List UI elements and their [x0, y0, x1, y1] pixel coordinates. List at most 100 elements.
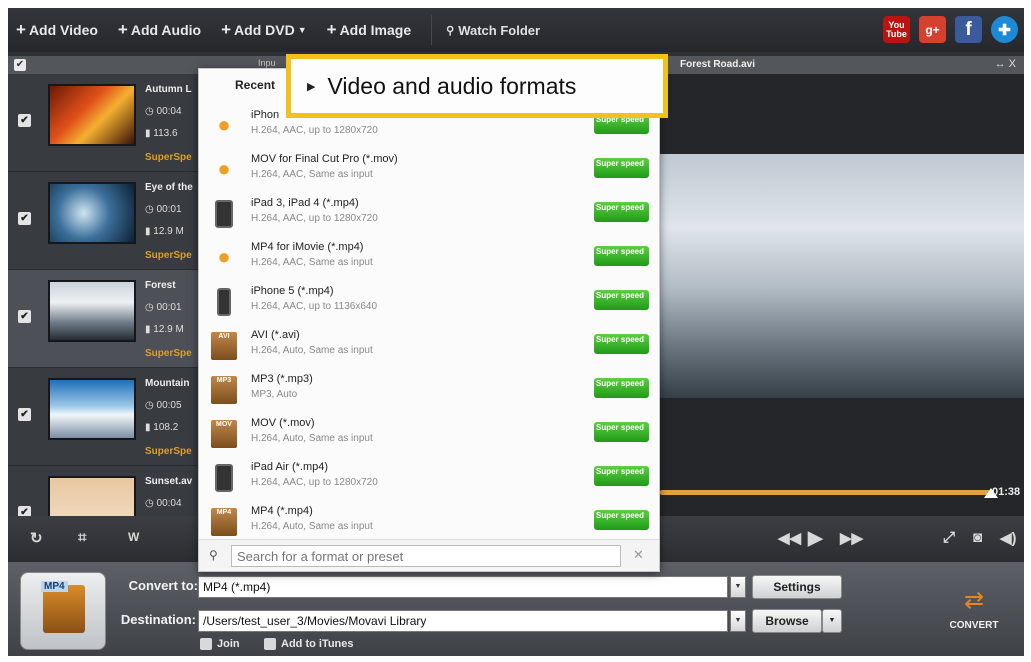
facebook-icon[interactable]: f: [955, 16, 982, 43]
preset-item[interactable]: ● MP4 for iMovie (*.mp4) H.264, AAC, Same …: [199, 235, 659, 279]
add-to-itunes-checkbox[interactable]: Add to iTunes: [264, 638, 354, 650]
fast-forward-icon[interactable]: ▶▶: [840, 529, 863, 547]
preset-subtitle: H.264, AAC, up to 1280x720: [251, 477, 378, 488]
convert-to-dropdown-icon[interactable]: ▼: [730, 576, 746, 598]
browse-button[interactable]: Browse: [752, 609, 822, 633]
preset-title: iPad Air (*.mp4): [251, 461, 329, 473]
playback-time: 01:38: [992, 486, 1021, 498]
file-name: Autumn L: [145, 84, 192, 95]
snapshot-icon[interactable]: ◙: [973, 529, 982, 546]
preset-subtitle: H.264, Auto, Same as input: [251, 433, 373, 444]
superspeed-badge: SuperSpe: [145, 446, 192, 457]
duration-value: 00:05: [156, 400, 182, 411]
select-all-checkbox[interactable]: ✔: [14, 59, 26, 71]
preset-item[interactable]: AVI AVI (*.avi) H.264, Auto, Same as input…: [199, 323, 659, 367]
file-checkbox[interactable]: ✔: [18, 212, 31, 225]
format-tag: MP4: [41, 581, 68, 592]
destination-field[interactable]: /Users/test_user_3/Movies/Movavi Library: [198, 610, 728, 632]
add-image-label: Add Image: [339, 22, 412, 38]
add-to-itunes-label: Add to iTunes: [281, 638, 354, 650]
preview-frame-image: [660, 154, 1024, 398]
output-settings-panel: MP4 Convert to: MP4 (*.mp4) ▼ Settings D…: [8, 562, 1024, 656]
preset-list: ● iPhon H.264, AAC, up to 1280x720 Super sp…: [199, 103, 659, 543]
destination-label: Destination:: [120, 612, 196, 627]
ipad-icon: [215, 200, 233, 228]
crop-icon[interactable]: ⌗: [78, 529, 86, 546]
input-column-label: Inpu: [258, 58, 276, 68]
preset-title: MP3 (*.mp3): [251, 373, 313, 385]
volume-icon[interactable]: ◀): [1000, 529, 1017, 547]
video-thumbnail: [48, 280, 136, 342]
add-dvd-button[interactable]: + Add DVD ▼: [221, 20, 307, 40]
super-speed-badge: Super speed: [594, 466, 649, 486]
preset-item[interactable]: iPad Air (*.mp4) H.264, AAC, up to 1280x7…: [199, 455, 659, 499]
browse-dropdown-icon[interactable]: ▼: [822, 609, 842, 633]
preset-search-bar: ⚲ ✕: [199, 539, 659, 571]
apple-icon: ●: [217, 244, 231, 269]
file-duration: ◷ 00:01: [145, 302, 182, 313]
super-speed-badge: Super speed: [594, 334, 649, 354]
file-duration: ◷ 00:05: [145, 400, 182, 411]
preset-subtitle: H.264, AAC, up to 1136x640: [251, 301, 378, 312]
add-audio-button[interactable]: + Add Audio: [118, 20, 201, 40]
iphone-icon: [217, 288, 231, 316]
preview-filename: Forest Road.avi: [680, 59, 756, 70]
convert-arrows-icon: ⇄: [963, 587, 985, 614]
superspeed-badge: SuperSpe: [145, 152, 192, 163]
file-duration: ◷ 00:04: [145, 106, 182, 117]
search-icon: ⚲: [209, 548, 218, 562]
preset-item[interactable]: iPhone 5 (*.mp4) H.264, AAC, up to 1136x6…: [199, 279, 659, 323]
clear-search-icon[interactable]: ✕: [633, 547, 644, 563]
preset-subtitle: H.264, AAC, up to 1280x720: [251, 213, 378, 224]
add-image-button[interactable]: + Add Image: [327, 20, 412, 40]
preset-subtitle: MP3, Auto: [251, 389, 298, 400]
apple-icon: ●: [217, 156, 231, 181]
settings-button[interactable]: Settings: [752, 575, 842, 599]
preset-item[interactable]: ● MOV for Final Cut Pro (*.mov) H.264, AAC…: [199, 147, 659, 191]
format-presets-popup: Recent ● iPhon H.264, AAC, up to 1280x720 S…: [198, 68, 660, 572]
movavi-icon[interactable]: ✚: [991, 16, 1018, 43]
tab-recent[interactable]: Recent: [235, 78, 275, 92]
preset-item[interactable]: MP3 MP3 (*.mp3) MP3, Auto Super speed: [199, 367, 659, 411]
join-checkbox[interactable]: Join: [200, 638, 240, 650]
fullscreen-icon[interactable]: ⤢: [943, 529, 955, 546]
preset-item[interactable]: MOV MOV (*.mov) H.264, Auto, Same as input…: [199, 411, 659, 455]
file-checkbox[interactable]: ✔: [18, 310, 31, 323]
add-video-button[interactable]: + Add Video: [16, 20, 98, 40]
preset-title: MP4 for iMovie (*.mp4): [251, 241, 364, 253]
mp4-file-icon: MP4: [211, 508, 237, 536]
youtube-icon[interactable]: You Tube: [883, 16, 910, 43]
plus-icon: +: [221, 20, 232, 39]
add-video-label: Add Video: [28, 22, 98, 38]
size-value: 108.2: [153, 422, 179, 433]
preset-item[interactable]: MP4 MP4 (*.mp4) H.264, Auto, Same as input…: [199, 499, 659, 543]
rewind-icon[interactable]: ◀◀: [778, 529, 801, 547]
destination-dropdown-icon[interactable]: ▼: [730, 610, 746, 632]
preset-item[interactable]: iPad 3, iPad 4 (*.mp4) H.264, AAC, up to …: [199, 191, 659, 235]
video-thumbnail: [48, 182, 136, 244]
file-size: ▮ 108.2: [145, 422, 179, 433]
watermark-icon[interactable]: W: [128, 530, 139, 544]
preset-search-input[interactable]: [231, 545, 621, 567]
checkbox-box: [264, 638, 276, 650]
convert-to-field[interactable]: MP4 (*.mp4): [198, 576, 728, 598]
file-size: ▮ 12.9 M: [145, 324, 184, 335]
file-size: ▮ 12.9 M: [145, 226, 184, 237]
super-speed-badge: Super speed: [594, 510, 649, 530]
preview-window-controls[interactable]: ↔ X: [995, 58, 1016, 70]
output-format-button[interactable]: MP4: [20, 572, 106, 650]
file-checkbox[interactable]: ✔: [18, 408, 31, 421]
play-icon[interactable]: ▶: [808, 527, 823, 550]
caret-down-icon: ▼: [297, 25, 307, 35]
duration-value: 00:04: [156, 498, 182, 509]
convert-button[interactable]: ⇄ CONVERT: [936, 586, 1012, 652]
timeline-progress[interactable]: [660, 490, 990, 495]
plus-icon: +: [326, 20, 337, 39]
watch-folder-button[interactable]: ⚲ Watch Folder: [446, 23, 540, 38]
file-checkbox[interactable]: ✔: [18, 114, 31, 127]
disclosure-triangle-icon[interactable]: ▶: [307, 80, 315, 93]
rotate-icon[interactable]: ↻: [30, 529, 43, 547]
super-speed-badge: Super speed: [594, 422, 649, 442]
google-plus-icon[interactable]: g+: [919, 16, 946, 43]
file-size: ▮ 113.6: [145, 128, 178, 139]
